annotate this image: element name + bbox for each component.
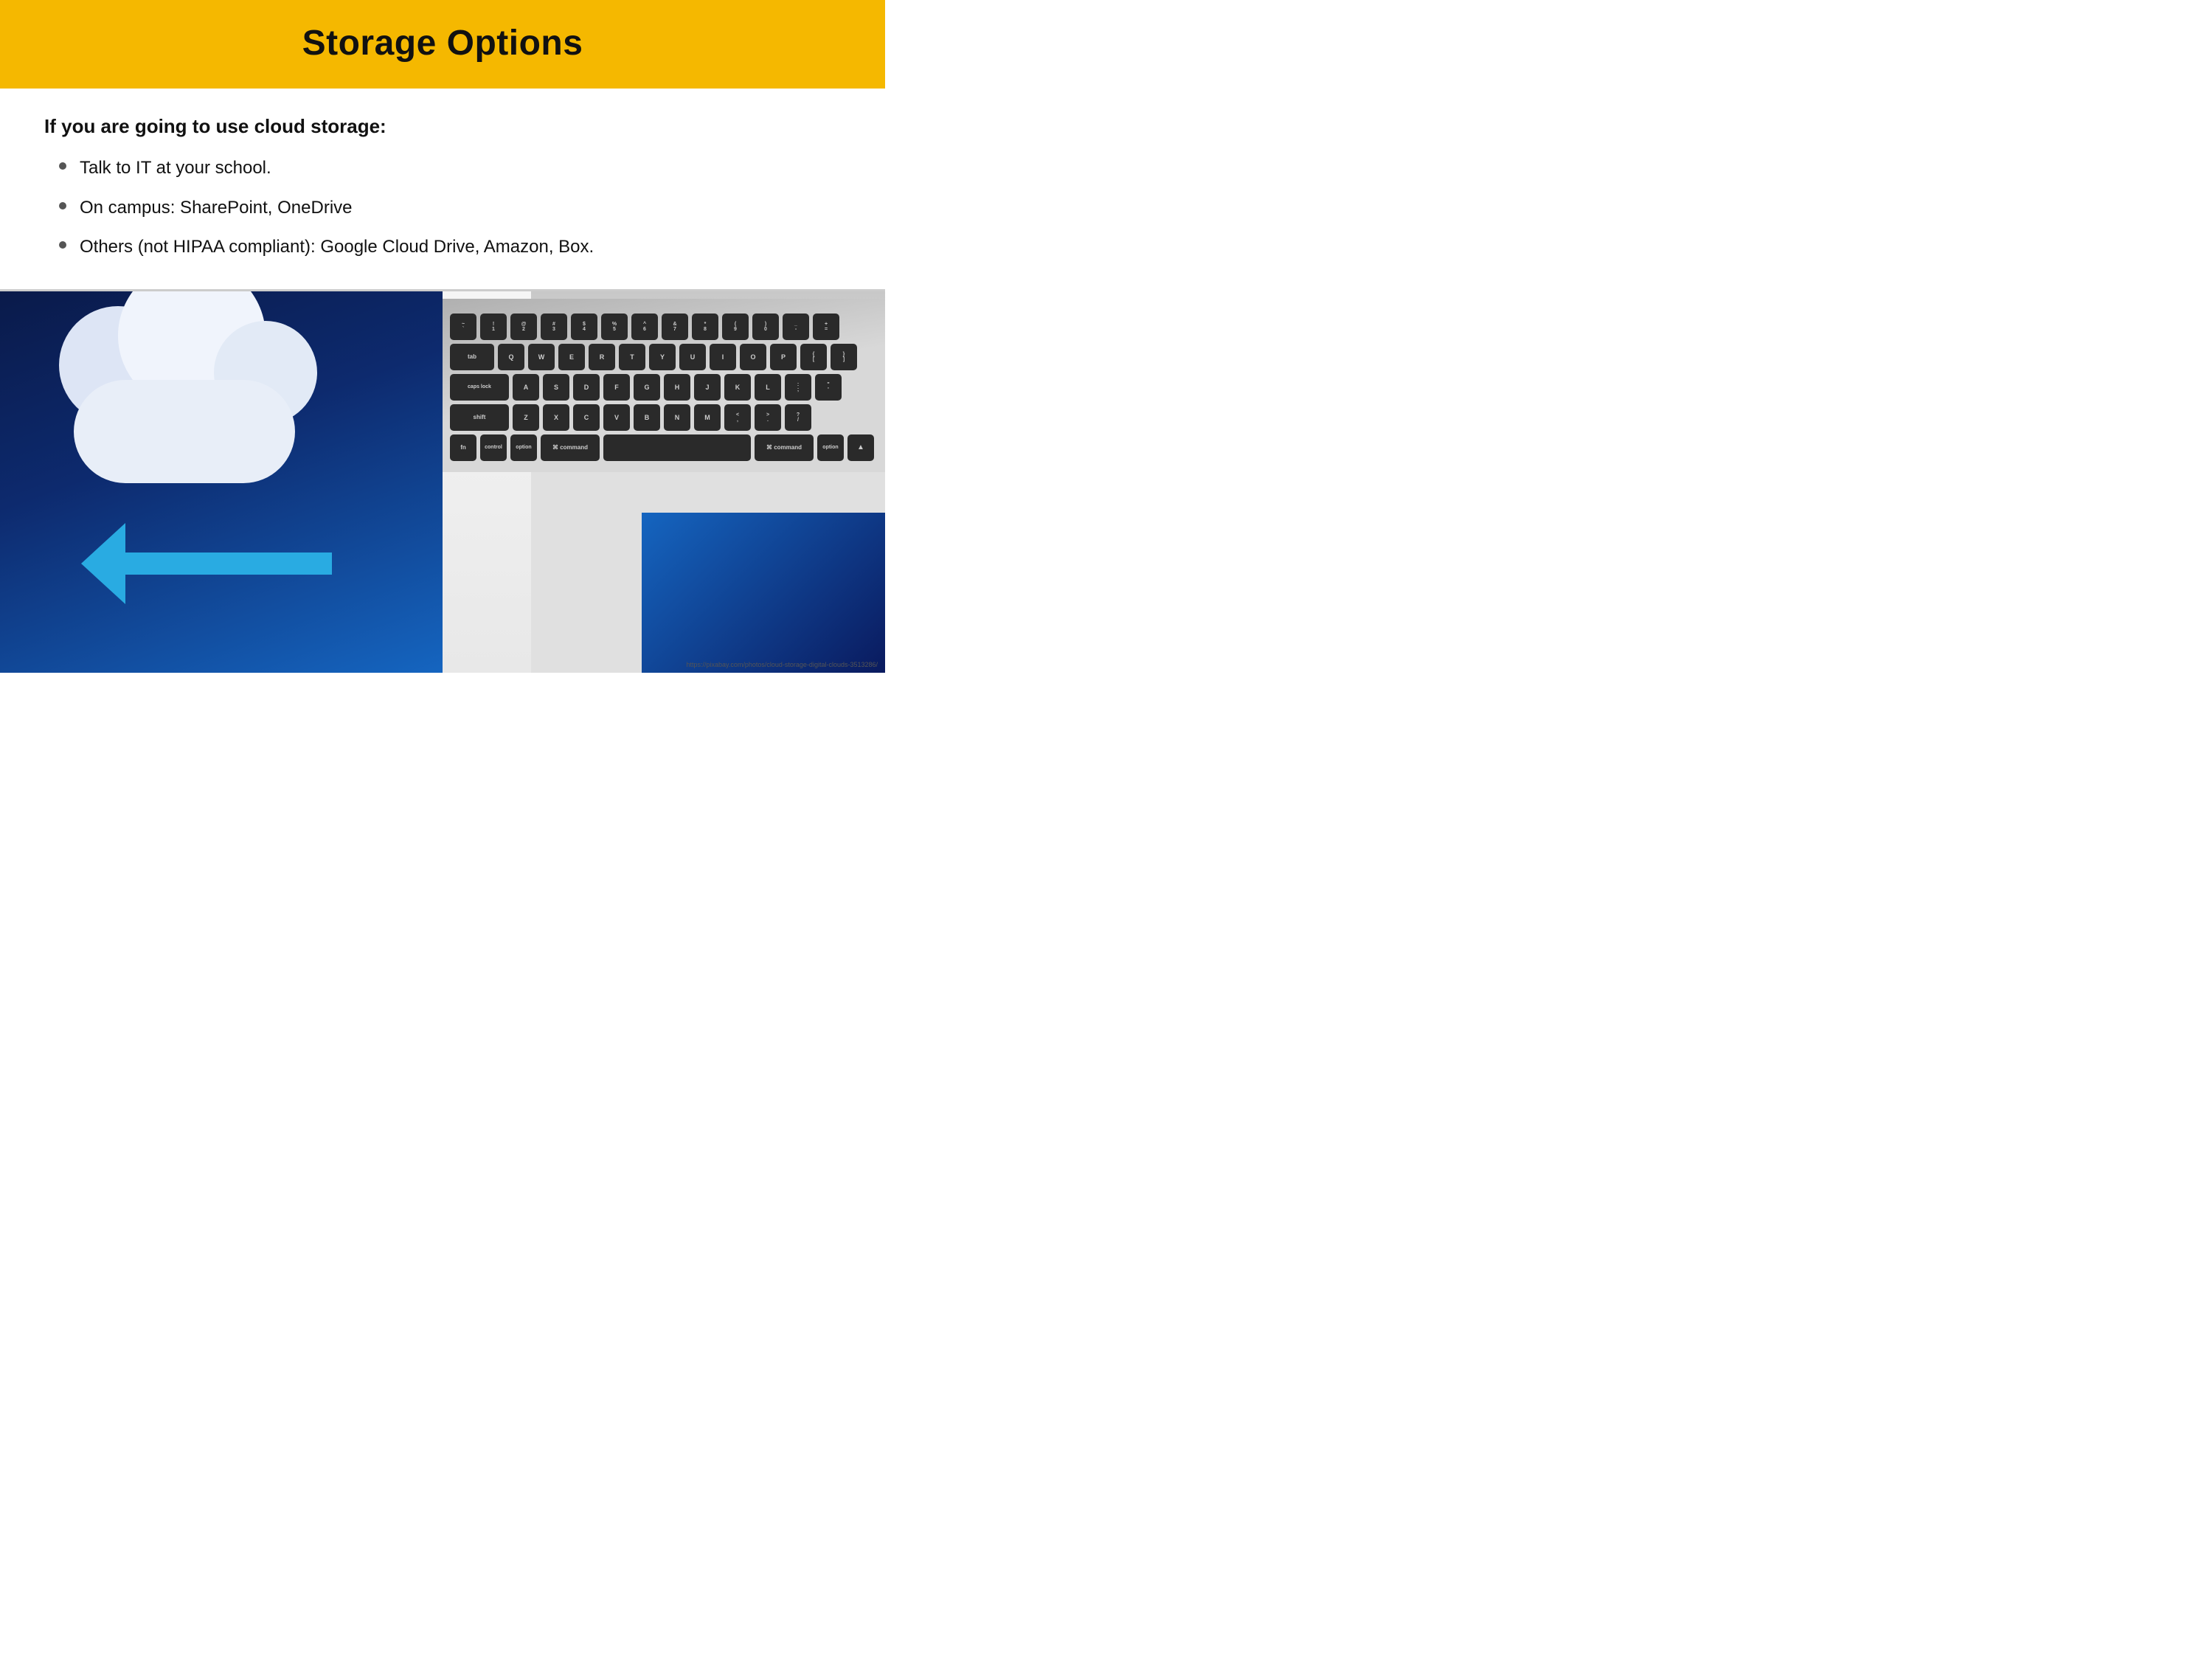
key-e: E bbox=[558, 344, 585, 370]
bullet-dot bbox=[59, 202, 66, 209]
image-area: ~` !1 @2 #3 $4 %5 ^6 &7 *8 (9 )0 _- += t… bbox=[0, 289, 885, 673]
blue-gradient-panel bbox=[642, 513, 885, 673]
key-i: I bbox=[710, 344, 736, 370]
key-arrow-up: ▲ bbox=[847, 434, 874, 461]
key-6: ^6 bbox=[631, 314, 658, 340]
key-r: R bbox=[589, 344, 615, 370]
cloud-body bbox=[74, 380, 295, 483]
cloud-shape bbox=[44, 321, 325, 483]
key-w: W bbox=[528, 344, 555, 370]
arrow-container bbox=[0, 544, 443, 584]
key-n: N bbox=[664, 404, 690, 431]
key-l: L bbox=[755, 374, 781, 401]
key-quote: "' bbox=[815, 374, 842, 401]
key-c: C bbox=[573, 404, 600, 431]
key-capslock: caps lock bbox=[450, 374, 509, 401]
key-equals: += bbox=[813, 314, 839, 340]
key-g: G bbox=[634, 374, 660, 401]
key-period: >. bbox=[755, 404, 781, 431]
key-0: )0 bbox=[752, 314, 779, 340]
key-x: X bbox=[543, 404, 569, 431]
key-h: H bbox=[664, 374, 690, 401]
key-1: !1 bbox=[480, 314, 507, 340]
key-z: Z bbox=[513, 404, 539, 431]
cloud-panel bbox=[0, 291, 443, 673]
key-o: O bbox=[740, 344, 766, 370]
key-space bbox=[603, 434, 751, 461]
arrow-shaft bbox=[125, 553, 332, 575]
key-b: B bbox=[634, 404, 660, 431]
key-slash: ?/ bbox=[785, 404, 811, 431]
intro-text: If you are going to use cloud storage: bbox=[44, 115, 841, 138]
key-control: control bbox=[480, 434, 507, 461]
key-m: M bbox=[694, 404, 721, 431]
key-5: %5 bbox=[601, 314, 628, 340]
list-item: Others (not HIPAA compliant): Google Clo… bbox=[59, 235, 841, 260]
key-shift: shift bbox=[450, 404, 509, 431]
key-k: K bbox=[724, 374, 751, 401]
key-backtick: ~` bbox=[450, 314, 476, 340]
key-q: Q bbox=[498, 344, 524, 370]
bullet-text-1: Talk to IT at your school. bbox=[80, 156, 271, 181]
key-semicolon: :; bbox=[785, 374, 811, 401]
key-4: $4 bbox=[571, 314, 597, 340]
list-item: On campus: SharePoint, OneDrive bbox=[59, 195, 841, 221]
key-v: V bbox=[603, 404, 630, 431]
list-item: Talk to IT at your school. bbox=[59, 156, 841, 181]
keyboard-panel: ~` !1 @2 #3 $4 %5 ^6 &7 *8 (9 )0 _- += t… bbox=[443, 291, 885, 673]
bullet-text-3: Others (not HIPAA compliant): Google Clo… bbox=[80, 235, 594, 260]
left-arrow bbox=[96, 544, 347, 584]
key-3: #3 bbox=[541, 314, 567, 340]
key-u: U bbox=[679, 344, 706, 370]
page-title: Storage Options bbox=[302, 23, 583, 63]
key-row-numbers: ~` !1 @2 #3 $4 %5 ^6 &7 *8 (9 )0 _- += bbox=[450, 314, 878, 340]
credit-text: https://pixabay.com/photos/cloud-storage… bbox=[687, 661, 878, 668]
key-y: Y bbox=[649, 344, 676, 370]
key-option-r: option bbox=[817, 434, 844, 461]
key-row-qwerty: tab Q W E R T Y U I O P {[ }] bbox=[450, 344, 878, 370]
arrow-head bbox=[81, 523, 125, 604]
key-command-l: ⌘ command bbox=[541, 434, 600, 461]
key-rbracket: }] bbox=[831, 344, 857, 370]
key-comma: <, bbox=[724, 404, 751, 431]
key-row-zxcv: shift Z X C V B N M <, >. ?/ bbox=[450, 404, 878, 431]
key-2: @2 bbox=[510, 314, 537, 340]
header-banner: Storage Options bbox=[0, 0, 885, 89]
key-lbracket: {[ bbox=[800, 344, 827, 370]
key-9: (9 bbox=[722, 314, 749, 340]
key-minus: _- bbox=[783, 314, 809, 340]
bullet-list: Talk to IT at your school. On campus: Sh… bbox=[59, 156, 841, 260]
key-s: S bbox=[543, 374, 569, 401]
bullet-dot bbox=[59, 162, 66, 170]
bullet-text-2: On campus: SharePoint, OneDrive bbox=[80, 195, 353, 221]
key-tab: tab bbox=[450, 344, 494, 370]
key-j: J bbox=[694, 374, 721, 401]
key-fn: fn bbox=[450, 434, 476, 461]
key-command-r: ⌘ command bbox=[755, 434, 814, 461]
key-option-l: option bbox=[510, 434, 537, 461]
key-d: D bbox=[573, 374, 600, 401]
keyboard-wrapper: ~` !1 @2 #3 $4 %5 ^6 &7 *8 (9 )0 _- += t… bbox=[443, 299, 885, 472]
key-8: *8 bbox=[692, 314, 718, 340]
key-row-asdf: caps lock A S D F G H J K L :; "' bbox=[450, 374, 878, 401]
key-f: F bbox=[603, 374, 630, 401]
key-7: &7 bbox=[662, 314, 688, 340]
key-a: A bbox=[513, 374, 539, 401]
content-area: If you are going to use cloud storage: T… bbox=[0, 89, 885, 289]
key-p: P bbox=[770, 344, 797, 370]
key-row-bottom: fn control option ⌘ command ⌘ command op… bbox=[450, 434, 878, 461]
bullet-dot bbox=[59, 241, 66, 249]
key-t: T bbox=[619, 344, 645, 370]
